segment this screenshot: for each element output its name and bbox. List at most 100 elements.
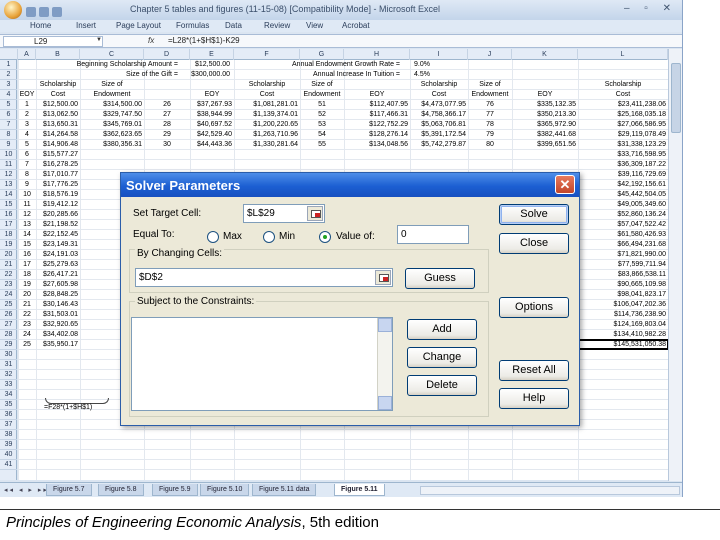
table-cell[interactable]: $1,263,710.96 (236, 130, 298, 140)
row-header[interactable]: 15 (0, 200, 17, 210)
table-cell[interactable]: $14,264.58 (38, 130, 78, 140)
table-cell[interactable]: $23,149.31 (38, 240, 78, 250)
gift-size-label[interactable]: Size of the Gift = (28, 70, 178, 80)
table-cell[interactable]: $28,848.25 (38, 290, 78, 300)
table-cell[interactable]: 15 (20, 240, 34, 250)
table-cell[interactable]: $42,529.40 (192, 130, 232, 140)
scrollbar-thumb[interactable] (671, 63, 681, 133)
radio-max-label[interactable]: Max (223, 231, 242, 242)
table-cell[interactable]: $57,047,522.42 (580, 220, 666, 230)
add-button[interactable]: Add (407, 319, 477, 340)
table-cell[interactable]: $19,412.12 (38, 200, 78, 210)
collapse-dialog-icon[interactable] (375, 270, 391, 285)
row-header[interactable]: 3 (0, 80, 17, 90)
row-header[interactable]: 12 (0, 170, 17, 180)
table-cell[interactable]: 76 (470, 100, 510, 110)
table-cell[interactable]: $114,736,238.90 (580, 310, 666, 320)
table-cell[interactable]: $365,972.90 (514, 120, 576, 130)
table-cell[interactable]: 26 (146, 100, 188, 110)
table-cell[interactable]: $44,443.36 (192, 140, 232, 150)
table-cell[interactable]: 23 (20, 320, 34, 330)
table-cell[interactable]: $345,769.01 (82, 120, 142, 130)
table-cell[interactable]: $83,866,538.11 (580, 270, 666, 280)
table-cell[interactable]: $350,213.30 (514, 110, 576, 120)
gift-size-value[interactable]: $300,000.00 (180, 70, 230, 80)
table-cell[interactable]: 20 (20, 290, 34, 300)
table-cell[interactable]: 28 (146, 120, 188, 130)
table-cell[interactable]: 77 (470, 110, 510, 120)
table-cell[interactable]: $382,441.68 (514, 130, 576, 140)
table-cell[interactable]: 51 (302, 100, 342, 110)
table-cell[interactable]: $16,278.25 (38, 160, 78, 170)
row-header[interactable]: 23 (0, 280, 17, 290)
column-header-D[interactable]: D (144, 49, 190, 60)
row-header[interactable]: 34 (0, 390, 17, 400)
listbox-scrollbar[interactable] (377, 318, 392, 410)
row-header[interactable]: 21 (0, 260, 17, 270)
row-header[interactable]: 13 (0, 180, 17, 190)
row-header[interactable]: 7 (0, 120, 17, 130)
delete-button[interactable]: Delete (407, 375, 477, 396)
ribbon-tab-review[interactable]: Review (264, 21, 290, 30)
column-header-F[interactable]: F (234, 49, 300, 60)
column-title-size-of[interactable]: Size of (468, 80, 512, 90)
close-icon[interactable]: ✕ (555, 175, 575, 194)
table-cell[interactable]: $52,860,136.24 (580, 210, 666, 220)
help-button[interactable]: Help (499, 388, 569, 409)
column-title-scholarship[interactable]: Scholarship (36, 80, 80, 90)
table-cell[interactable]: 12 (20, 210, 34, 220)
radio-min-label[interactable]: Min (279, 231, 295, 242)
table-cell[interactable]: $13,062.50 (38, 110, 78, 120)
formula-input[interactable]: =L28*(1+$H$1)-K29 (168, 36, 240, 45)
row-header[interactable]: 36 (0, 410, 17, 420)
table-cell[interactable]: 54 (302, 130, 342, 140)
row-header[interactable]: 32 (0, 370, 17, 380)
table-cell[interactable]: $335,132.35 (514, 100, 576, 110)
table-cell[interactable]: $36,309,187.22 (580, 160, 666, 170)
ribbon-tab-view[interactable]: View (306, 21, 323, 30)
scroll-up-icon[interactable] (378, 318, 392, 332)
scroll-down-icon[interactable] (378, 396, 392, 410)
table-cell[interactable]: $40,697.52 (192, 120, 232, 130)
value-of-input[interactable]: 0 (397, 225, 469, 244)
row-header[interactable]: 2 (0, 70, 17, 80)
table-cell[interactable]: 22 (20, 310, 34, 320)
table-cell[interactable]: 78 (470, 120, 510, 130)
table-cell[interactable]: 29 (146, 130, 188, 140)
table-cell[interactable]: 17 (20, 260, 34, 270)
column-title-eoy[interactable]: EOY (344, 90, 410, 100)
ribbon-tab-page-layout[interactable]: Page Layout (116, 21, 161, 30)
row-header[interactable]: 29 (0, 340, 17, 350)
table-cell[interactable]: $13,650.31 (38, 120, 78, 130)
column-title-scholarship[interactable]: Scholarship (410, 80, 468, 90)
window-controls[interactable]: – ▫ ✕ (624, 3, 677, 14)
row-header[interactable]: 31 (0, 360, 17, 370)
sheet-tab[interactable]: Figure 5.7 (46, 484, 92, 496)
name-box[interactable]: L29 (3, 36, 103, 47)
table-cell[interactable]: $61,580,426.93 (580, 230, 666, 240)
table-cell[interactable]: $106,047,202.36 (580, 300, 666, 310)
table-cell[interactable]: $21,198.52 (38, 220, 78, 230)
selected-cell[interactable] (577, 339, 669, 350)
table-cell[interactable]: $4,758,366.17 (412, 110, 466, 120)
row-header[interactable]: 17 (0, 220, 17, 230)
column-title-eoy[interactable]: EOY (512, 90, 578, 100)
change-button[interactable]: Change (407, 347, 477, 368)
row-header[interactable]: 18 (0, 230, 17, 240)
row-header[interactable]: 10 (0, 150, 17, 160)
row-header[interactable]: 4 (0, 90, 17, 100)
growth-rate-label[interactable]: Annual Endowment Growth Rate = (240, 60, 400, 70)
table-cell[interactable]: $329,747.50 (82, 110, 142, 120)
table-cell[interactable]: $31,503.01 (38, 310, 78, 320)
table-cell[interactable]: $45,442,504.05 (580, 190, 666, 200)
column-header-I[interactable]: I (410, 49, 468, 60)
column-header-C[interactable]: C (80, 49, 144, 60)
sheet-tab[interactable]: Figure 5.9 (152, 484, 198, 496)
ribbon-tab-acrobat[interactable]: Acrobat (342, 21, 370, 30)
column-title-eoy[interactable]: EOY (190, 90, 234, 100)
column-title-eoy[interactable]: EOY (18, 90, 36, 100)
ribbon-tab-insert[interactable]: Insert (76, 21, 96, 30)
column-title-endowment[interactable]: Endowment (468, 90, 512, 100)
ribbon-tab-home[interactable]: Home (30, 21, 51, 30)
table-cell[interactable]: $5,063,706.81 (412, 120, 466, 130)
